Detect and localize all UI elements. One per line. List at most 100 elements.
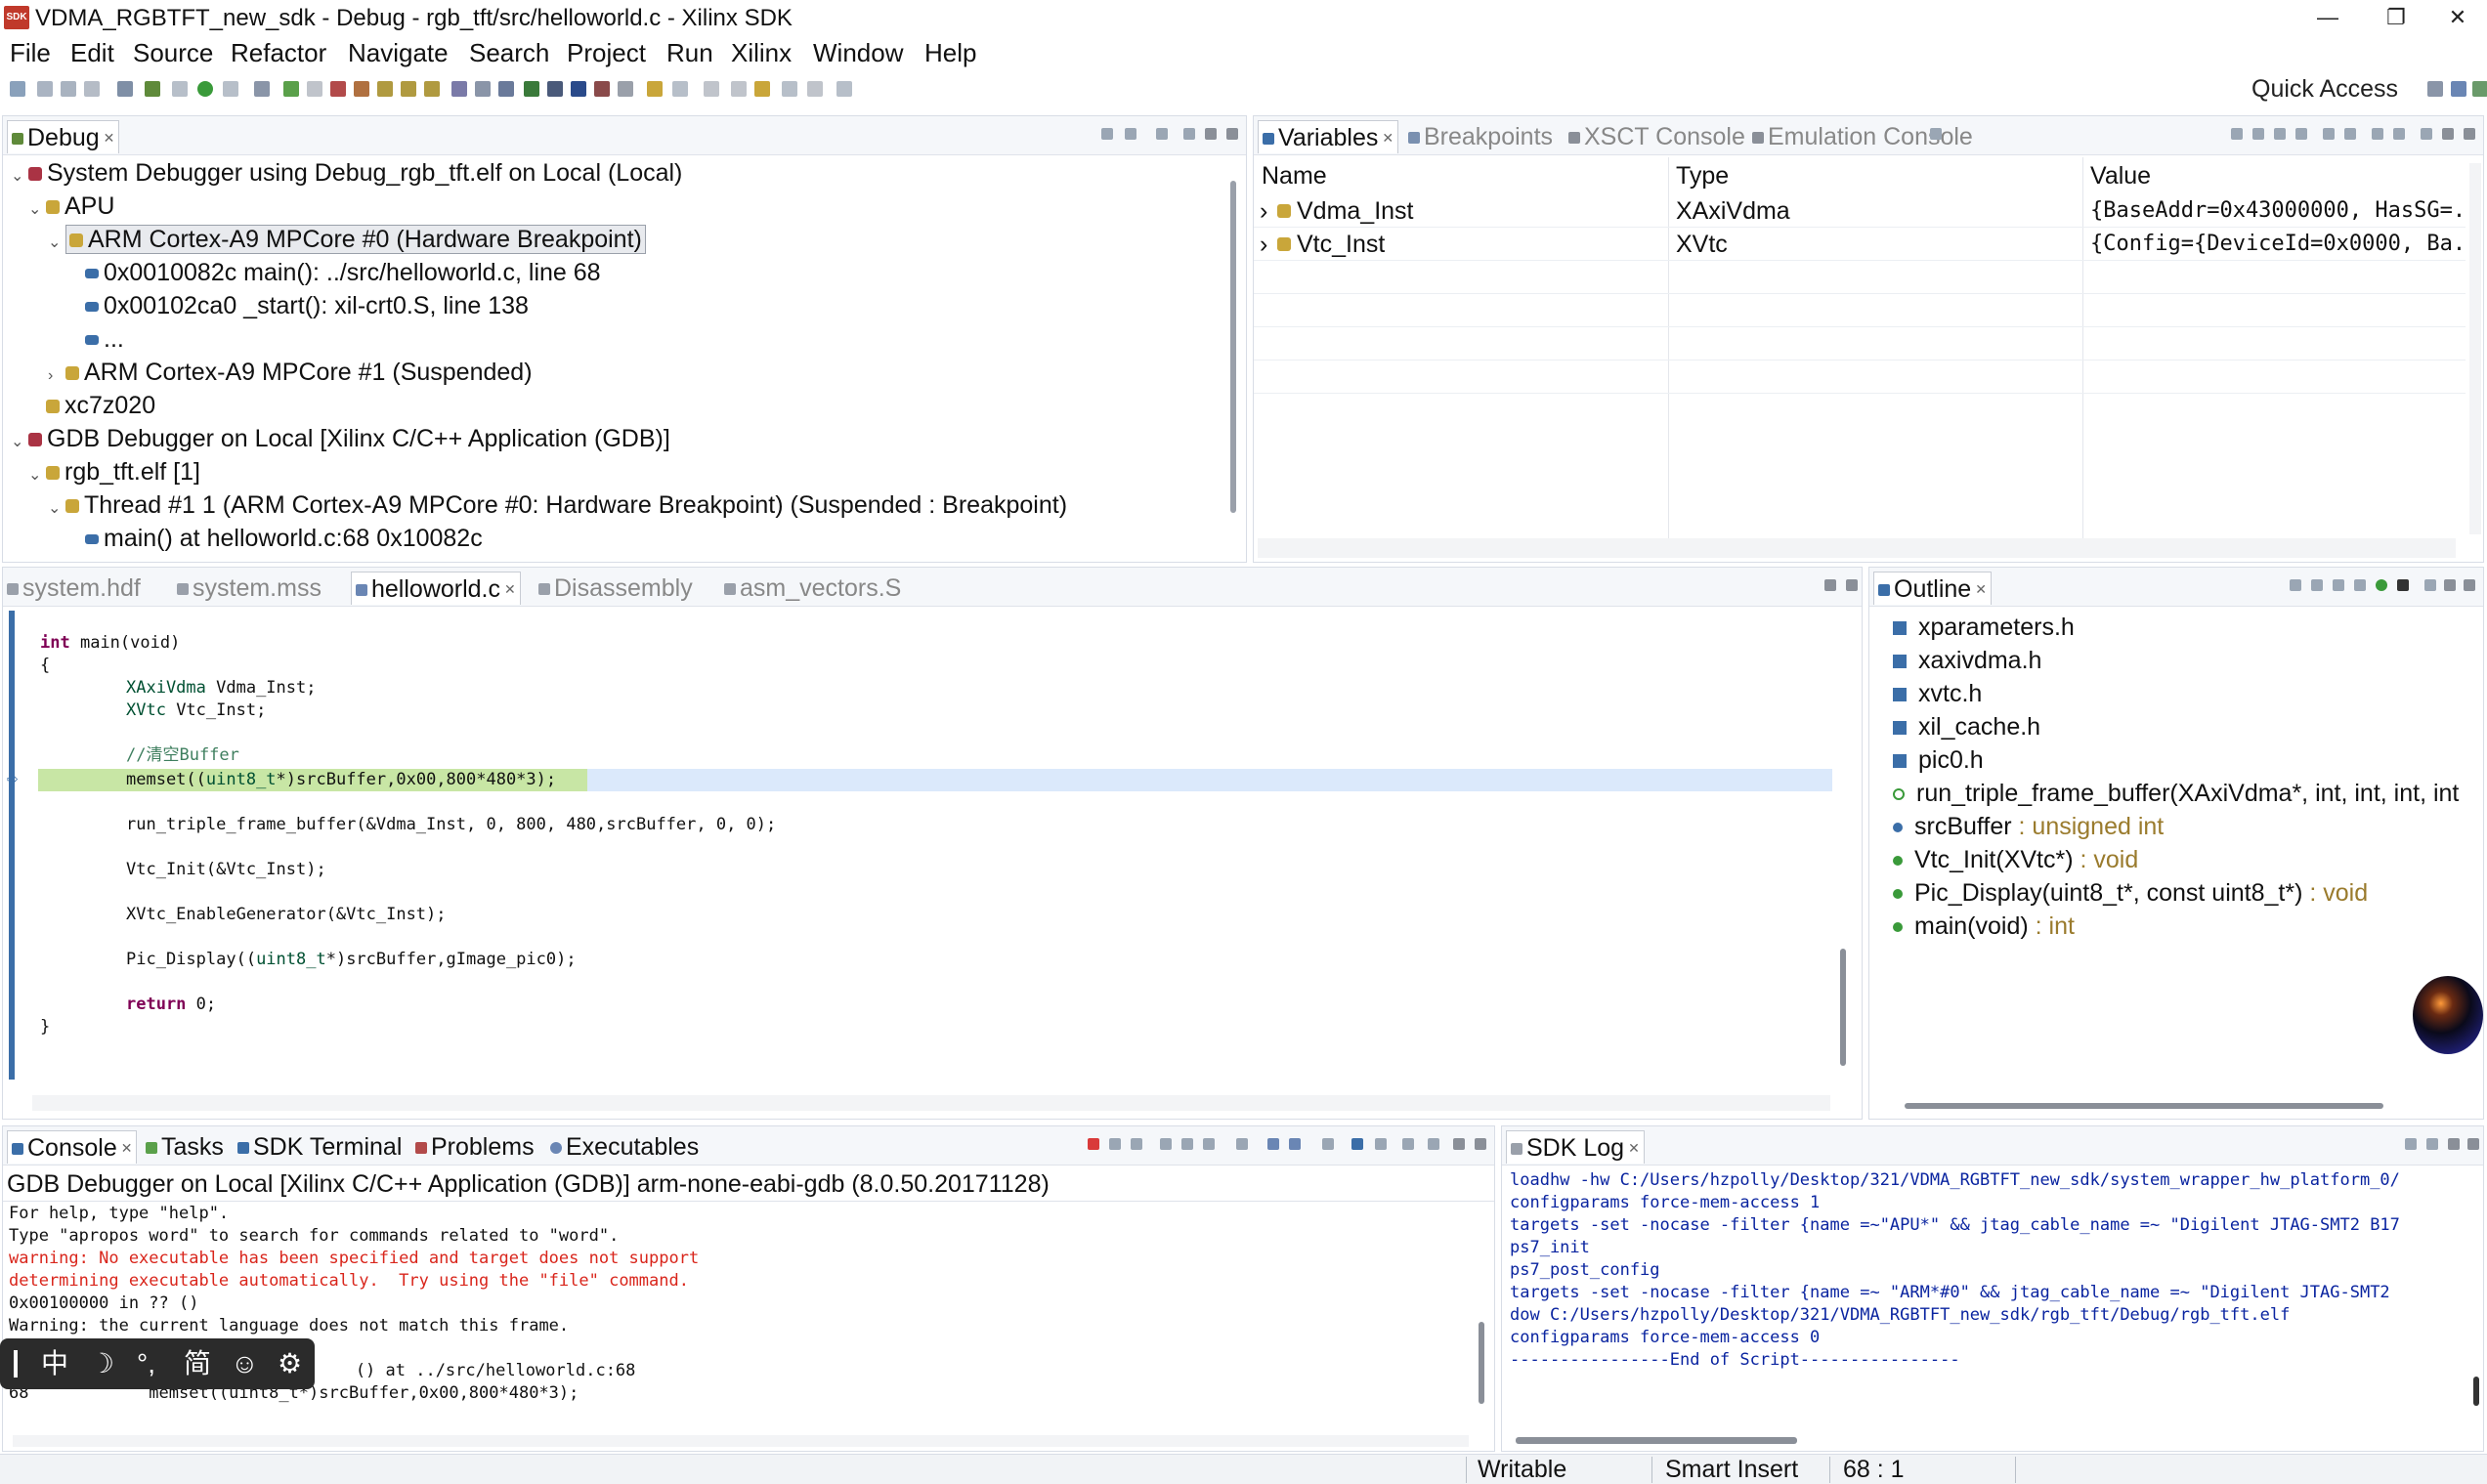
chevron-right-icon[interactable]: › xyxy=(1260,194,1267,228)
close-icon[interactable]: ✕ xyxy=(1975,581,1987,597)
outline-item[interactable]: xparameters.h xyxy=(1893,611,2075,644)
select-all-icon[interactable] xyxy=(2295,128,2307,140)
tree-item-frame-start[interactable]: 0x00102ca0 _start(): xil-crt0.S, line 13… xyxy=(85,290,529,323)
emoji-icon[interactable]: ☺ xyxy=(231,1346,259,1381)
hide-macros-icon[interactable] xyxy=(2397,579,2409,591)
tree-item-frame-gdb-main[interactable]: main() at helloworld.c:68 0x10082c xyxy=(85,523,483,556)
run-icon[interactable] xyxy=(197,81,213,97)
table-row[interactable]: › Vdma_Inst XAxiVdma {BaseAddr=0x4300000… xyxy=(1254,194,2466,228)
scroll-lock-icon[interactable] xyxy=(1181,1138,1193,1150)
minimize-view-icon[interactable] xyxy=(2442,128,2454,140)
outline-item[interactable]: Pic_Display(uint8_t*, const uint8_t*) : … xyxy=(1893,876,2368,910)
tree-item-elf[interactable]: ⌄ rgb_tft.elf [1] xyxy=(28,456,200,489)
column-header-type[interactable]: Type xyxy=(1676,157,1729,194)
tree-item-core0[interactable]: ⌄ ARM Cortex-A9 MPCore #0 (Hardware Break… xyxy=(48,224,646,257)
logical-structure-icon[interactable] xyxy=(2252,128,2264,140)
tree-item-system-debugger[interactable]: ⌄ System Debugger using Debug_rgb_tft.elf… xyxy=(11,157,682,191)
tree-item-thread1[interactable]: ⌄ Thread #1 1 (ARM Cortex-A9 MPCore #0: H… xyxy=(48,489,1067,523)
maximize-button[interactable]: ❐ xyxy=(2367,2,2425,33)
resume-icon[interactable] xyxy=(283,81,299,97)
dropdown-icon[interactable] xyxy=(672,81,688,97)
terminate-icon[interactable] xyxy=(330,81,346,97)
menu-source[interactable]: Source xyxy=(133,35,213,70)
outline-item[interactable]: run_triple_frame_buffer(XAxiVdma*, int, … xyxy=(1893,777,2459,810)
outline-item[interactable]: xaxivdma.h xyxy=(1893,644,2041,677)
layout-icon[interactable] xyxy=(2323,128,2335,140)
menu-edit[interactable]: Edit xyxy=(70,35,114,70)
skip-breakpoints-icon[interactable] xyxy=(254,81,270,97)
tree-item-frame-more[interactable]: ... xyxy=(85,323,124,357)
tree-item-xc7z020[interactable]: xc7z020 xyxy=(46,390,155,423)
chevron-right-icon[interactable]: › xyxy=(48,360,65,392)
hide-nonpublic-icon[interactable] xyxy=(2376,579,2387,591)
pin-icon[interactable] xyxy=(1402,1138,1414,1150)
debug-launch-icon[interactable] xyxy=(145,81,160,97)
last-edit-icon[interactable] xyxy=(731,81,747,97)
tab-breakpoints[interactable]: Breakpoints xyxy=(1408,120,1553,153)
open-perspective-icon[interactable] xyxy=(2427,81,2443,97)
display-console-icon[interactable] xyxy=(1267,1138,1279,1150)
dropdown-icon[interactable] xyxy=(1375,1138,1387,1150)
menu-run[interactable]: Run xyxy=(666,35,713,70)
terminal-icon[interactable] xyxy=(498,81,514,97)
tab-xsct-console[interactable]: XSCT Console xyxy=(1568,120,1745,153)
dropdown-icon[interactable] xyxy=(836,81,852,97)
menu-refactor[interactable]: Refactor xyxy=(231,35,326,70)
step-over-icon[interactable] xyxy=(401,81,416,97)
chevron-down-icon[interactable]: ⌄ xyxy=(28,194,46,226)
debug-perspective-icon[interactable] xyxy=(2472,81,2487,97)
word-wrap-icon[interactable] xyxy=(1203,1138,1215,1150)
chinese-mode-toggle[interactable]: 中 xyxy=(41,1346,68,1381)
minimize-view-icon[interactable] xyxy=(2448,1138,2460,1150)
minimize-view-icon[interactable] xyxy=(1824,579,1836,591)
outline-item[interactable]: pic0.h xyxy=(1893,743,1984,777)
close-icon[interactable]: ✕ xyxy=(121,1140,133,1156)
outline-item[interactable]: xvtc.h xyxy=(1893,677,1982,710)
floating-orb-icon[interactable] xyxy=(2413,976,2483,1054)
clear-console-icon[interactable] xyxy=(1160,1138,1172,1150)
minimize-view-icon[interactable] xyxy=(1453,1138,1465,1150)
hide-static-icon[interactable] xyxy=(2354,579,2366,591)
menu-window[interactable]: Window xyxy=(813,35,903,70)
tab-asm-vectors[interactable]: asm_vectors.S xyxy=(724,572,901,605)
c-cpp-perspective-icon[interactable] xyxy=(2451,81,2466,97)
remove-all-icon[interactable] xyxy=(1131,1138,1142,1150)
chevron-down-icon[interactable]: ⌄ xyxy=(48,493,65,525)
outline-hscrollbar[interactable] xyxy=(1905,1103,2383,1109)
menu-navigate[interactable]: Navigate xyxy=(348,35,449,70)
terminate-icon[interactable] xyxy=(1088,1138,1099,1150)
variables-vscrollbar[interactable] xyxy=(2469,163,2481,534)
settings-icon[interactable]: ⚙ xyxy=(278,1346,302,1381)
new-console-icon[interactable] xyxy=(1351,1138,1363,1150)
quick-access-field[interactable]: Quick Access xyxy=(2248,70,2422,107)
flash-icon[interactable] xyxy=(594,81,610,97)
half-width-toggle-icon[interactable]: ☽ xyxy=(90,1346,114,1381)
tree-item-apu[interactable]: ⌄ APU xyxy=(28,191,114,224)
collapse-icon[interactable] xyxy=(2290,579,2301,591)
tree-item-core1[interactable]: › ARM Cortex-A9 MPCore #1 (Suspended) xyxy=(48,357,533,390)
edit-icon[interactable] xyxy=(704,81,719,97)
simplified-toggle[interactable]: 简 xyxy=(184,1346,211,1381)
chevron-right-icon[interactable]: › xyxy=(1260,228,1267,261)
chevron-down-icon[interactable]: ⌄ xyxy=(28,460,46,491)
close-icon[interactable]: ✕ xyxy=(1382,130,1394,146)
dropdown-icon[interactable] xyxy=(172,81,188,97)
chevron-down-icon[interactable]: ⌄ xyxy=(11,161,28,192)
suspend-icon[interactable] xyxy=(307,81,322,97)
table-row[interactable]: › Vtc_Inst XVtc {Config={DeviceId=0x0000… xyxy=(1254,228,2466,261)
dropdown-icon[interactable] xyxy=(37,81,53,97)
close-icon[interactable]: ✕ xyxy=(1628,1140,1640,1156)
minimize-button[interactable]: — xyxy=(2298,2,2357,33)
tab-system-hdf[interactable]: system.hdf xyxy=(7,572,141,605)
close-icon[interactable]: ✕ xyxy=(504,581,516,597)
minimize-view-icon[interactable] xyxy=(1205,128,1217,140)
maximize-view-icon[interactable] xyxy=(1846,579,1858,591)
tab-sdk-log[interactable]: SDK Log ✕ xyxy=(1506,1130,1645,1164)
view-menu-icon[interactable] xyxy=(1428,1138,1439,1150)
view-menu-icon[interactable] xyxy=(1183,128,1195,140)
tab-disassembly[interactable]: Disassembly xyxy=(538,572,693,605)
variables-hscrollbar[interactable] xyxy=(1258,538,2456,558)
save-icon[interactable] xyxy=(61,81,76,97)
pin-console-icon[interactable] xyxy=(1236,1138,1248,1150)
column-header-name[interactable]: Name xyxy=(1262,157,1327,194)
